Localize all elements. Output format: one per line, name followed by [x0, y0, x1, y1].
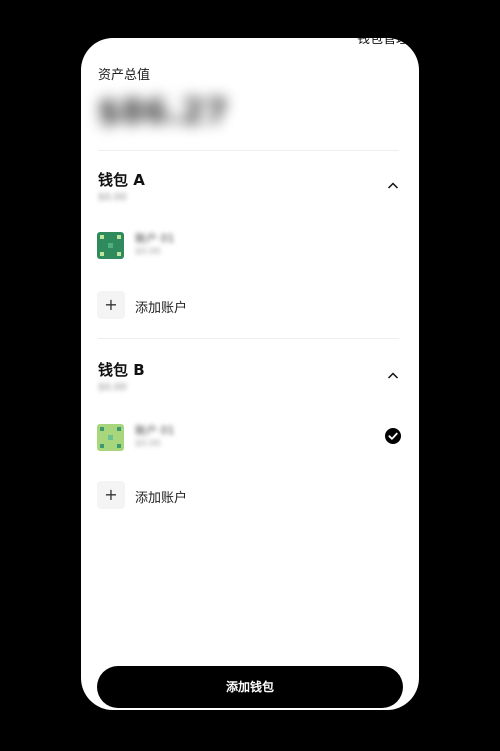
add-account-label: 添加账户 [135, 301, 188, 316]
divider [98, 338, 399, 339]
wallet-b-title[interactable]: 钱包 B [98, 359, 145, 380]
account-avatar [97, 424, 124, 451]
wallet-a-title[interactable]: 钱包 A [98, 169, 145, 190]
account-avatar [97, 232, 124, 259]
selected-check-icon [385, 428, 401, 444]
account-balance: $0.00 [135, 439, 161, 449]
add-account-button[interactable]: + 添加账户 [97, 291, 247, 321]
account-name: 账户 01 [135, 232, 175, 245]
divider [98, 150, 399, 151]
add-account-button[interactable]: + 添加账户 [97, 481, 247, 511]
wallet-b-balance: $0.00 [98, 382, 127, 393]
top-bar: ‹ 钱包管理 [81, 38, 419, 50]
page-title: 钱包管理 [356, 38, 409, 47]
phone-screen: ‹ 钱包管理 资产总值 $86.27 钱包 A $0.00 账户 01 $0.0… [81, 38, 419, 710]
plus-icon: + [97, 481, 125, 509]
add-account-label: 添加账户 [135, 491, 188, 506]
wallet-a-balance: $0.00 [98, 192, 127, 203]
plus-icon: + [97, 291, 125, 319]
chevron-up-icon[interactable] [387, 370, 399, 382]
account-name: 账户 01 [135, 424, 175, 437]
account-balance: $0.00 [135, 247, 161, 257]
total-assets-label: 资产总值 [98, 68, 151, 83]
chevron-left-icon[interactable]: ‹ [99, 38, 105, 42]
account-row[interactable]: 账户 01 $0.00 [97, 228, 403, 264]
account-row[interactable]: 账户 01 $0.00 [97, 420, 403, 456]
add-wallet-button[interactable]: 添加钱包 [97, 666, 403, 708]
chevron-up-icon[interactable] [387, 180, 399, 192]
total-assets-value: $86.27 [97, 92, 229, 132]
